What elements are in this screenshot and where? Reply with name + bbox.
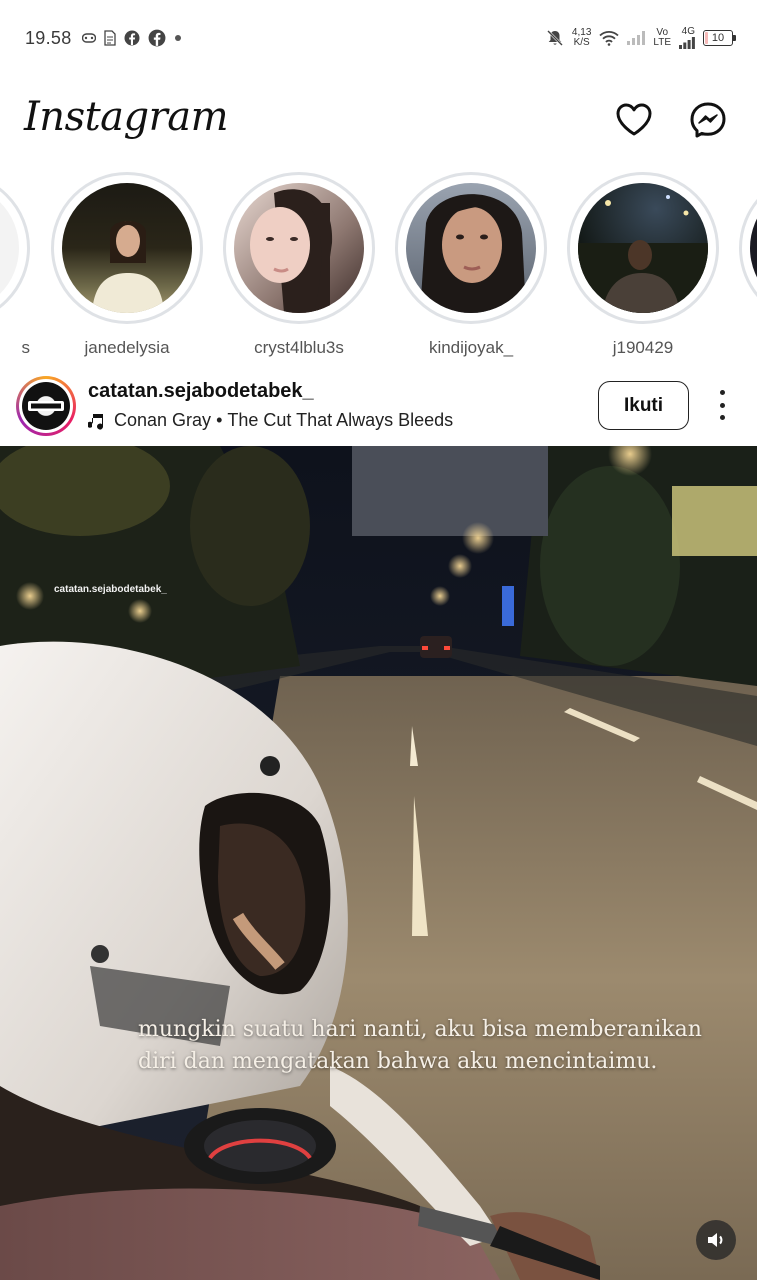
- story-item[interactable]: j190429: [567, 172, 719, 358]
- story-avatar: [578, 183, 708, 313]
- facebook-icon: [124, 30, 140, 46]
- music-separator: •: [216, 410, 223, 430]
- post-avatar-image: [22, 382, 70, 430]
- app-header: Instagram: [0, 76, 757, 166]
- network-speed: 4,13 K/S: [572, 28, 591, 48]
- signal-weak-icon: [627, 31, 646, 45]
- account-logo-icon: [28, 401, 64, 411]
- mobile-signal: 4G: [679, 27, 695, 49]
- volte-indicator: Vo LTE: [653, 28, 671, 48]
- story-item-partial[interactable]: [739, 172, 757, 324]
- story-avatar: [62, 183, 192, 313]
- music-note-icon: [88, 413, 103, 430]
- story-avatar: [406, 183, 536, 313]
- story-item[interactable]: janedelysia: [51, 172, 203, 358]
- person-photo-icon: [578, 195, 708, 313]
- battery-icon: 10: [703, 30, 736, 46]
- instagram-logo[interactable]: Instagram: [24, 94, 229, 140]
- story-avatar: [234, 183, 364, 313]
- story-username: cryst4lblu3s: [254, 338, 344, 357]
- story-username: j190429: [612, 338, 674, 357]
- post-username[interactable]: catatan.sejabodetabek_: [88, 380, 314, 403]
- system-icons: 4,13 K/S Vo LTE 4G 10: [546, 24, 736, 52]
- post-avatar[interactable]: [16, 376, 76, 436]
- story-ring: [739, 172, 757, 324]
- facebook-icon-2: [148, 29, 166, 47]
- volte-bottom: LTE: [653, 37, 671, 48]
- music-song: The Cut That Always Bleeds: [227, 410, 454, 430]
- story-ring: [0, 172, 30, 324]
- more-options-icon[interactable]: [708, 390, 736, 420]
- music-artist: Conan Gray: [114, 410, 212, 430]
- status-time: 19.58: [25, 28, 72, 48]
- dot-icon: [175, 35, 181, 41]
- follow-button[interactable]: Ikuti: [598, 381, 689, 430]
- person-photo-icon: [92, 221, 164, 313]
- wifi-icon: [599, 31, 620, 46]
- net-speed-unit: K/S: [573, 37, 590, 48]
- document-icon: [104, 30, 116, 46]
- person-photo-icon: [420, 194, 526, 313]
- media-caption: mungkin suatu hari nanti, aku bisa membe…: [138, 1014, 738, 1078]
- speaker-icon: [708, 1233, 723, 1247]
- caption-line-1: mungkin suatu hari nanti, aku bisa membe…: [138, 1017, 702, 1042]
- volume-button[interactable]: [696, 1220, 736, 1260]
- battery-percent: 10: [711, 32, 725, 44]
- post-music[interactable]: Conan Gray • The Cut That Always Bleeds: [88, 410, 453, 431]
- story-ring: [395, 172, 547, 324]
- media-watermark: catatan.sejabodetabek_: [54, 584, 167, 595]
- story-username: kindijoyak_: [428, 338, 514, 357]
- person-photo-icon: [250, 189, 333, 313]
- heart-icon[interactable]: [614, 100, 654, 140]
- story-ring: [51, 172, 203, 324]
- story-avatar: [0, 183, 19, 313]
- battery-level: [705, 32, 708, 44]
- network-type: 4G: [681, 26, 695, 37]
- messenger-icon[interactable]: [688, 100, 728, 140]
- story-username: janedelysia: [84, 338, 170, 357]
- signal-strong-icon: [679, 37, 695, 49]
- mute-bell-icon: [547, 30, 563, 46]
- status-bar: 19.58 4,13 K/S Vo LTE 4G 10: [0, 0, 757, 76]
- story-username: s: [21, 338, 31, 357]
- story-avatar: [750, 183, 757, 313]
- story-item[interactable]: kindijoyak_: [395, 172, 547, 358]
- post-header: catatan.sejabodetabek_ Conan Gray • The …: [0, 364, 757, 446]
- night-ride-photo: [0, 446, 757, 1280]
- stories-tray[interactable]: s janedelysia cryst4lblu3s kindijoyak_ j…: [0, 168, 757, 358]
- notification-icons: [82, 28, 182, 48]
- game-controller-icon: [82, 33, 96, 43]
- story-item[interactable]: cryst4lblu3s: [223, 172, 375, 358]
- story-ring: [223, 172, 375, 324]
- caption-line-2: diri dan mengatakan bahwa aku mencintaim…: [138, 1049, 658, 1074]
- post-media[interactable]: catatan.sejabodetabek_ mungkin suatu har…: [0, 446, 757, 1280]
- story-item[interactable]: s: [0, 172, 30, 358]
- story-ring: [567, 172, 719, 324]
